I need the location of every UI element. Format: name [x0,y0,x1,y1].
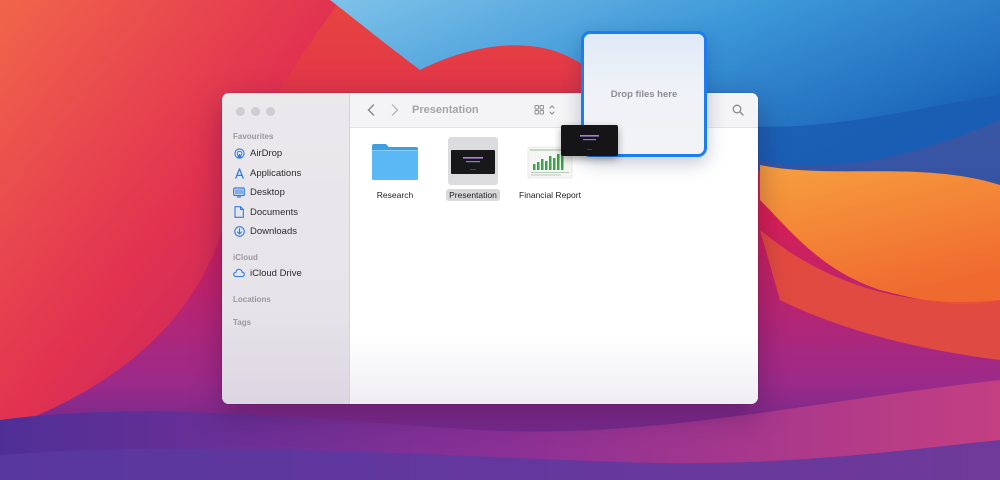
back-button[interactable] [364,103,378,117]
close-button[interactable] [236,107,245,116]
applications-icon [233,167,245,179]
file-item-research[interactable]: Research [360,137,430,203]
sidebar-section-icloud: iCloud [233,253,258,262]
sidebar-section-tags[interactable]: Tags [233,318,251,327]
sidebar-item-label: Downloads [250,225,297,237]
grid-view-icon [534,105,555,115]
sidebar-item-downloads[interactable]: Downloads [233,223,297,239]
search-icon [732,104,744,116]
sidebar-item-label: Documents [250,206,299,218]
sidebar-item-documents[interactable]: Documents [233,204,298,220]
sidebar-item-icloud-drive[interactable]: iCloud Drive [233,265,302,281]
forward-button[interactable] [388,103,402,117]
sidebar-item-label: Applications [250,167,302,179]
window-controls [236,107,275,116]
folder-icon [360,137,430,185]
sidebar-item-label: Desktop [250,186,285,198]
sidebar-section-locations[interactable]: Locations [233,295,271,304]
sidebar-item-label: AirDrop [250,147,283,159]
file-name: Presentation [438,189,508,201]
presentation-thumbnail [438,137,508,185]
dragged-presentation-thumbnail[interactable] [561,125,618,156]
desktop-icon [233,186,245,198]
minimize-button[interactable] [251,107,260,116]
zoom-button[interactable] [266,107,275,116]
chevron-right-icon [391,104,399,116]
sidebar-section-favourites: Favourites [233,132,274,141]
chevron-left-icon [367,104,375,116]
presentation-preview-icon [580,135,599,150]
airdrop-icon [233,147,245,159]
file-name: Financial Report [519,190,581,200]
view-options-button[interactable] [533,103,557,117]
document-icon [233,206,245,218]
search-button[interactable] [731,103,745,117]
window-title: Presentation [412,104,479,116]
downloads-icon [233,225,245,237]
drop-zone-label: Drop files here [610,89,678,100]
file-name: Research [376,190,414,200]
sidebar-item-desktop[interactable]: Desktop [233,184,285,200]
sidebar-item-airdrop[interactable]: AirDrop [233,145,282,161]
sidebar-item-applications[interactable]: Applications [233,165,301,181]
cloud-icon [233,267,245,279]
sidebar: Favourites AirDrop Applications Desktop … [222,93,350,404]
sidebar-item-label: iCloud Drive [250,267,302,279]
file-item-presentation[interactable]: Presentation [438,137,508,203]
